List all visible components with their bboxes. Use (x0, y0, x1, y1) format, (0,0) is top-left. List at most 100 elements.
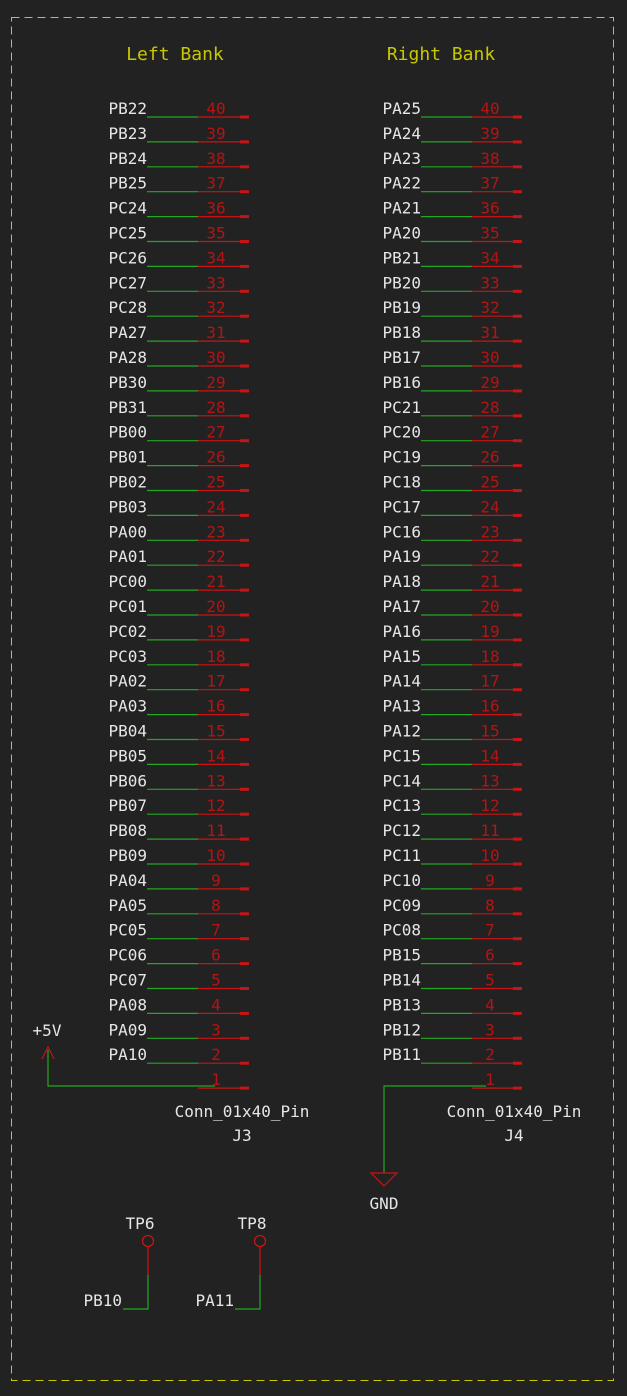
net-label: PB24 (108, 149, 147, 168)
pin-number: 19 (480, 622, 499, 641)
net-label: PA14 (382, 672, 421, 691)
pin-number: 33 (480, 273, 499, 292)
pin-end-icon (240, 613, 249, 617)
pin-number: 21 (480, 572, 499, 591)
pin-number: 23 (206, 522, 225, 541)
pin-end-icon (240, 414, 249, 418)
test-point-reference: TP6 (126, 1214, 155, 1233)
pin-end-icon (513, 1011, 522, 1015)
net-label: PA21 (382, 199, 421, 218)
pin-number: 17 (206, 672, 225, 691)
net-label: PA20 (382, 224, 421, 243)
pin-end-icon (513, 115, 522, 119)
pin-number: 35 (206, 224, 225, 243)
net-label: PB07 (108, 796, 147, 815)
pin-end-icon (240, 638, 249, 642)
pin-number: 6 (485, 946, 495, 965)
pin-number: 5 (485, 971, 495, 990)
net-label: PC27 (108, 273, 147, 292)
pin-end-icon (513, 240, 522, 243)
pin-number: 2 (211, 1045, 221, 1064)
pin-end-icon (513, 837, 522, 841)
pin-end-icon (240, 513, 249, 517)
pin-number: 3 (211, 1020, 221, 1039)
pin-end-icon (240, 812, 249, 816)
pin-end-icon (240, 688, 249, 692)
pin-end-icon (513, 688, 522, 692)
pin-end-icon (240, 115, 249, 119)
pin-end-icon (513, 638, 522, 642)
pin-end-icon (240, 563, 249, 567)
net-label: PA02 (108, 672, 147, 691)
net-label: PC26 (108, 248, 147, 267)
pin-number: 4 (485, 995, 495, 1014)
pin-number: 20 (480, 597, 499, 616)
pin-number: 37 (480, 174, 499, 193)
pin-end-icon (240, 489, 249, 492)
net-label: PB11 (382, 1045, 421, 1064)
net-label: PB13 (382, 995, 421, 1014)
net-label: PA24 (382, 124, 421, 143)
pin-end-icon (513, 887, 522, 891)
pin-end-icon (240, 464, 249, 468)
pin-end-icon (240, 1061, 249, 1065)
pin-number: 39 (480, 124, 499, 143)
pin-end-icon (240, 937, 249, 941)
pin-end-icon (240, 762, 249, 766)
pin-end-icon (513, 1061, 522, 1065)
net-label: PB04 (108, 722, 147, 741)
net-label: PC05 (108, 921, 147, 940)
pin-number: 27 (206, 423, 225, 442)
net-label: PA04 (108, 871, 147, 890)
pin-number: 15 (480, 722, 499, 741)
net-label: PC00 (108, 572, 147, 591)
net-label: PB06 (108, 771, 147, 790)
pin-end-icon (513, 588, 522, 592)
net-label: PB08 (108, 821, 147, 840)
pin-end-icon (513, 289, 522, 293)
pin-end-icon (513, 1036, 522, 1040)
pin-number: 6 (211, 946, 221, 965)
pin-number: 5 (211, 971, 221, 990)
net-label: PC21 (382, 398, 421, 417)
net-label: PB01 (108, 448, 147, 467)
net-label: PA17 (382, 597, 421, 616)
pin-end-icon (240, 1086, 249, 1090)
pin-end-icon (513, 713, 522, 717)
right-connector-value: Conn_01x40_Pin (447, 1102, 582, 1121)
pin-number: 29 (480, 373, 499, 392)
net-label: PB05 (108, 746, 147, 765)
pin-number: 12 (206, 796, 225, 815)
pin-number: 40 (480, 99, 499, 118)
power-5v-label: +5V (33, 1021, 62, 1040)
pin-number: 14 (206, 746, 225, 765)
test-point-net-label: PA11 (195, 1291, 234, 1310)
net-label: PB23 (108, 124, 147, 143)
left-connector-reference: J3 (232, 1126, 251, 1145)
pin-end-icon (513, 165, 522, 169)
pin-number: 30 (480, 348, 499, 367)
pin-number: 7 (485, 921, 495, 940)
pin-number: 27 (480, 423, 499, 442)
pin-number: 37 (206, 174, 225, 193)
net-label: PC25 (108, 224, 147, 243)
pin-number: 38 (206, 149, 225, 168)
pin-end-icon (513, 389, 522, 393)
pin-end-icon (513, 812, 522, 816)
pin-number: 19 (206, 622, 225, 641)
pin-end-icon (240, 588, 249, 592)
pin-number: 10 (480, 846, 499, 865)
pin-end-icon (240, 538, 249, 542)
pin-end-icon (240, 439, 249, 443)
net-label: PA16 (382, 622, 421, 641)
net-label: PA03 (108, 697, 147, 716)
pin-end-icon (513, 439, 522, 443)
pin-number: 7 (211, 921, 221, 940)
net-label: PB19 (382, 298, 421, 317)
pin-number: 36 (206, 199, 225, 218)
left-bank-title: Left Bank (126, 44, 224, 65)
pin-number: 8 (485, 896, 495, 915)
pin-end-icon (240, 738, 249, 741)
pin-end-icon (513, 787, 522, 791)
pin-end-icon (513, 862, 522, 866)
